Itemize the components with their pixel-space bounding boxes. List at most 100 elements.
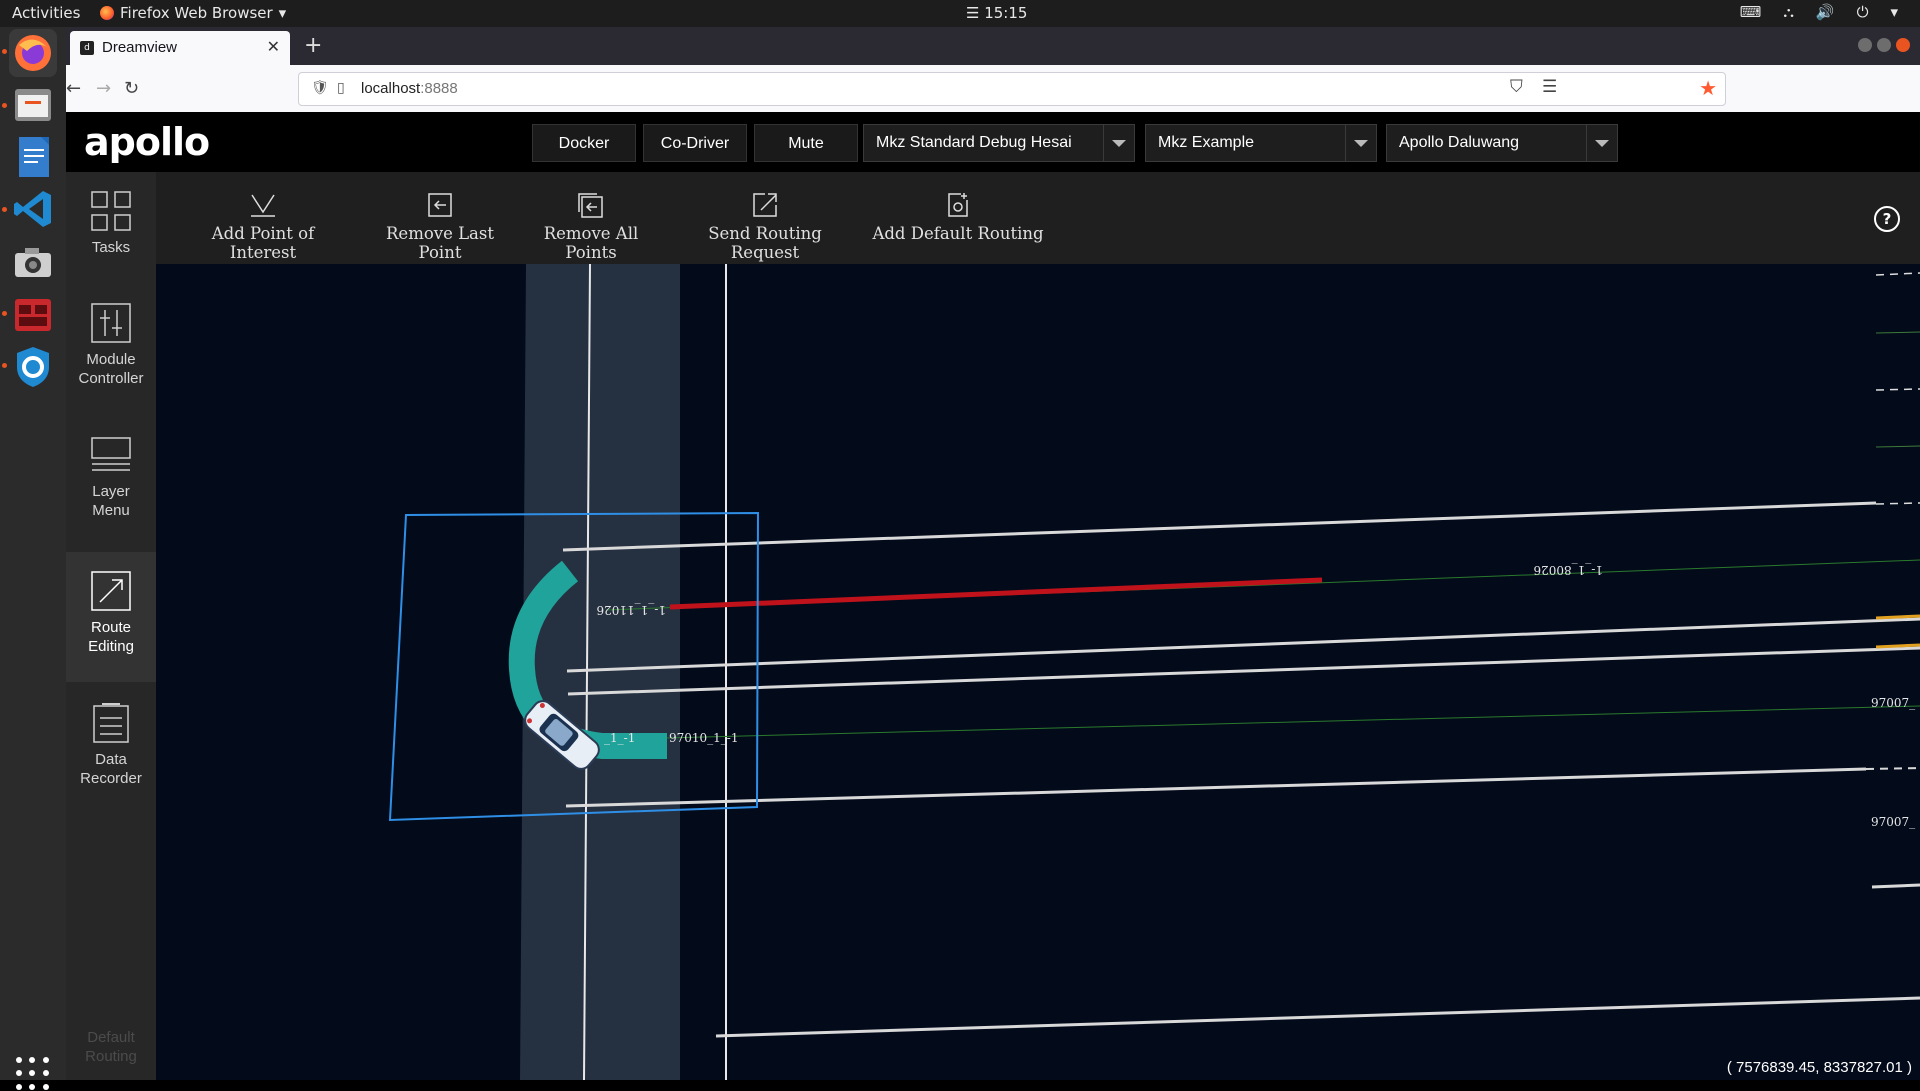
- power-icon[interactable]: ⏻: [1857, 3, 1869, 21]
- system-tray[interactable]: ⌨ ⛬ 🔊 ⏻ ▾: [1740, 3, 1898, 21]
- menu-icon[interactable]: ☰: [1542, 77, 1557, 97]
- lane-mark-yellow: [1875, 643, 1920, 649]
- lane-boundary: [715, 996, 1920, 1038]
- volume-icon[interactable]: 🔊: [1816, 3, 1835, 21]
- lane-boundary: [562, 501, 1877, 552]
- map-view[interactable]: 1-_1_11026 1-_1_80026 _1_-1 97010_1_-1 9…: [156, 263, 1920, 1081]
- menu-tasks[interactable]: Tasks: [66, 172, 156, 302]
- close-tab-icon[interactable]: ✕: [267, 37, 280, 56]
- tab-title: Dreamview: [102, 39, 178, 56]
- lane-dash: [1875, 388, 1920, 391]
- menu-default-label-2: Routing: [85, 1048, 137, 1065]
- app-name: Firefox Web Browser: [120, 4, 273, 22]
- activities-button[interactable]: Activities: [12, 4, 80, 22]
- lane-center-guide: [625, 705, 1920, 740]
- vehicle-select[interactable]: Mkz Standard Debug Hesai: [863, 124, 1135, 162]
- new-tab-button[interactable]: +: [304, 33, 322, 58]
- url-host: localhost: [361, 80, 421, 97]
- terminal-dock-icon[interactable]: [9, 291, 57, 339]
- dreamview-favicon: d: [80, 41, 94, 55]
- menu-layer-label-1: Layer: [92, 483, 130, 500]
- vscode-dock-icon[interactable]: [9, 185, 57, 233]
- menu-route-editing[interactable]: Route Editing: [66, 552, 156, 682]
- lane-label: 1-_1_11026: [597, 603, 667, 617]
- add-point-of-interest-button[interactable]: Add Point of Interest: [182, 172, 344, 264]
- module-controller-icon: [91, 303, 131, 343]
- lane-label: 97007_: [1871, 696, 1915, 710]
- lane-guide: [1875, 331, 1920, 334]
- camera-dock-icon[interactable]: [9, 239, 57, 287]
- scenario-select[interactable]: Apollo Daluwang: [1386, 124, 1618, 162]
- page-info-icon[interactable]: ▯: [337, 80, 345, 96]
- keyboard-icon[interactable]: ⌨: [1740, 3, 1762, 21]
- send-routing-icon: [753, 193, 777, 217]
- clock[interactable]: ☰ 15:15: [966, 4, 1027, 22]
- dock: [0, 27, 66, 1090]
- lane-label: 97007_: [1871, 815, 1915, 829]
- files-dock-icon[interactable]: [9, 81, 57, 129]
- road-band: [520, 264, 680, 1080]
- bookmark-star-icon[interactable]: ★: [1699, 76, 1717, 100]
- remove-last-icon: [428, 193, 452, 217]
- url-text[interactable]: localhost:8888: [361, 80, 458, 97]
- lane-boundary: [567, 646, 1920, 696]
- help-icon[interactable]: ?: [1874, 206, 1900, 232]
- url-port: :8888: [420, 80, 458, 97]
- remove-all-icon: [578, 193, 603, 218]
- lane-mark-yellow: [1875, 614, 1920, 620]
- dreamview-header: apollo Docker Version Co-Driver Mute Mkz…: [66, 112, 1920, 190]
- vehicle-select-value: Mkz Standard Debug Hesai: [876, 134, 1072, 151]
- navigation-bar: ← → ↻ 🛡 ▯ localhost:8888 ★ ⛉ ☰: [66, 65, 1920, 112]
- menu-module-controller[interactable]: Module Controller: [66, 284, 156, 414]
- menu-route-label-1: Route: [90, 619, 132, 636]
- coordinate-readout: ( 7576839.45, 8337827.01 ): [1726, 1059, 1912, 1076]
- network-icon[interactable]: ⛬: [1783, 3, 1794, 21]
- route-editing-icon: [91, 571, 131, 611]
- lane-boundary: [565, 767, 1867, 808]
- lane-label: 1-_1_80026: [1534, 563, 1604, 577]
- routing-line: [669, 577, 1323, 610]
- app-menu[interactable]: Firefox Web Browser ▾: [100, 4, 286, 22]
- map-select[interactable]: Mkz Example: [1145, 124, 1377, 162]
- minimize-button[interactable]: [1858, 38, 1872, 52]
- forward-button[interactable]: →: [96, 78, 111, 99]
- os-top-bar: Activities Firefox Web Browser ▾ ☰ 15:15…: [0, 0, 1920, 27]
- writer-dock-icon[interactable]: [9, 133, 57, 181]
- tasks-icon: [91, 191, 131, 231]
- lane-label: _1_-1: [604, 731, 635, 745]
- window-controls: [1858, 38, 1910, 52]
- close-window-button[interactable]: [1896, 38, 1910, 52]
- chevron-down-icon[interactable]: [1586, 125, 1617, 161]
- chevron-down-icon[interactable]: ▾: [1890, 3, 1898, 21]
- remove-last-point-button[interactable]: Remove Last Point: [375, 172, 505, 264]
- add-default-routing-button[interactable]: Add Default Routing: [872, 172, 1044, 264]
- pocket-icon[interactable]: ⛉: [1510, 77, 1523, 97]
- menu-layer-menu[interactable]: Layer Menu: [66, 416, 156, 546]
- add-point-icon: [251, 194, 275, 217]
- send-routing-label: Send Routing Request: [708, 224, 822, 262]
- shield-icon[interactable]: 🛡: [311, 80, 329, 96]
- show-apps-icon[interactable]: [16, 1057, 50, 1091]
- chevron-down-icon[interactable]: [1345, 125, 1376, 161]
- security-dock-icon[interactable]: [9, 343, 57, 391]
- remove-all-points-button[interactable]: Remove All Points: [528, 172, 654, 264]
- chevron-down-icon[interactable]: [1103, 125, 1134, 161]
- remove-all-label: Remove All Points: [543, 224, 639, 262]
- firefox-dock-icon[interactable]: [9, 29, 57, 77]
- clock-time: 15:15: [984, 4, 1028, 22]
- menu-data-recorder[interactable]: Data Recorder: [66, 684, 156, 814]
- send-routing-request-button[interactable]: Send Routing Request: [674, 172, 856, 264]
- apollo-logo: apollo: [84, 120, 210, 164]
- tab-dreamview[interactable]: d Dreamview ✕: [70, 31, 290, 65]
- lane-guide: [1875, 445, 1920, 448]
- mute-button[interactable]: Mute: [754, 124, 858, 162]
- map-select-value: Mkz Example: [1158, 134, 1255, 151]
- menu-layer-label-2: Menu: [92, 502, 130, 519]
- reload-button[interactable]: ↻: [124, 78, 139, 99]
- maximize-button[interactable]: [1877, 38, 1891, 52]
- lane-boundary: [566, 617, 1920, 673]
- back-button[interactable]: ←: [66, 78, 81, 99]
- docker-version-button[interactable]: Docker Version: [532, 124, 636, 190]
- map-canvas[interactable]: 1-_1_11026 1-_1_80026 _1_-1 97010_1_-1 9…: [156, 263, 1920, 1081]
- co-driver-button[interactable]: Co-Driver: [643, 124, 747, 162]
